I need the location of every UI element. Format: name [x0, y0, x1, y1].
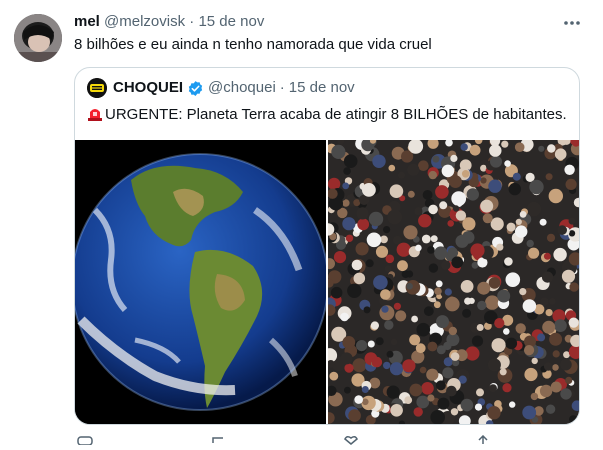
quoted-avatar[interactable] [87, 78, 107, 98]
tweet-actions [74, 432, 580, 446]
choquei-logo-icon [87, 78, 107, 98]
quoted-tweet-text: URGENTE: Planeta Terra acaba de atingir … [105, 106, 567, 123]
quoted-date[interactable]: 15 de nov [289, 78, 355, 98]
author-name[interactable]: mel [74, 13, 100, 30]
earth-image[interactable] [75, 140, 326, 424]
quoted-media[interactable] [75, 140, 579, 424]
quoted-author-handle[interactable]: @choquei [208, 78, 276, 98]
author-handle[interactable]: @melzovisk [104, 13, 185, 30]
quoted-tweet[interactable]: CHOQUEI @choquei · 15 de nov URGENTE: Pl… [74, 67, 580, 425]
verified-badge-icon [188, 80, 203, 96]
earth-globe-image [75, 140, 326, 424]
quoted-author-name[interactable]: CHOQUEI [113, 78, 183, 98]
quoted-tweet-text-row: URGENTE: Planeta Terra acaba de atingir … [87, 105, 567, 125]
quoted-date-separator: · [279, 79, 285, 96]
more-options-button[interactable] [561, 12, 583, 34]
quoted-tweet-header: CHOQUEI @choquei · 15 de nov [87, 78, 355, 98]
tweet-date[interactable]: 15 de nov [198, 13, 264, 30]
tweet-header: mel @melzovisk · 15 de nov [74, 12, 264, 32]
police-light-icon [88, 109, 102, 121]
share-icon[interactable] [474, 432, 492, 444]
tweet[interactable]: mel @melzovisk · 15 de nov 8 bilhões e e… [0, 0, 603, 446]
avatar[interactable] [14, 14, 62, 62]
date-separator: · [189, 13, 195, 30]
crowd-image[interactable] [328, 140, 579, 424]
reply-icon[interactable] [76, 432, 94, 446]
retweet-icon[interactable] [210, 432, 228, 443]
tweet-text: 8 bilhões e eu ainda n tenho namorada qu… [74, 36, 432, 53]
more-horizontal-icon [564, 21, 580, 25]
like-icon[interactable] [342, 432, 360, 445]
avatar-photo [14, 14, 62, 62]
crowd-photo [328, 140, 579, 424]
